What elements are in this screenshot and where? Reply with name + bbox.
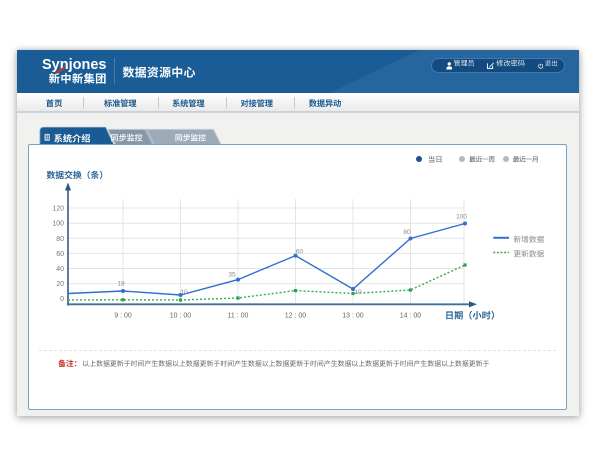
svg-text:20: 20	[56, 281, 64, 288]
svg-text:35: 35	[228, 271, 236, 278]
svg-text:60: 60	[296, 248, 304, 255]
svg-text:10: 10	[354, 289, 362, 296]
svg-text:100: 100	[456, 213, 467, 220]
svg-text:9 : 00: 9 : 00	[114, 312, 132, 319]
svg-text:40: 40	[56, 266, 64, 273]
svg-text:18: 18	[117, 280, 125, 287]
svg-text:120: 120	[52, 205, 64, 212]
svg-text:10 : 00: 10 : 00	[170, 312, 192, 319]
svg-text:10: 10	[180, 289, 188, 296]
svg-text:80: 80	[56, 235, 64, 242]
svg-text:100: 100	[52, 220, 64, 227]
svg-text:0: 0	[60, 296, 64, 303]
svg-text:13 : 00: 13 : 00	[342, 312, 364, 319]
svg-text:11 : 00: 11 : 00	[228, 312, 249, 319]
svg-text:12 : 00: 12 : 00	[285, 312, 307, 319]
svg-text:80: 80	[403, 229, 411, 236]
svg-text:14 : 00: 14 : 00	[400, 312, 422, 319]
svg-text:60: 60	[56, 250, 64, 257]
